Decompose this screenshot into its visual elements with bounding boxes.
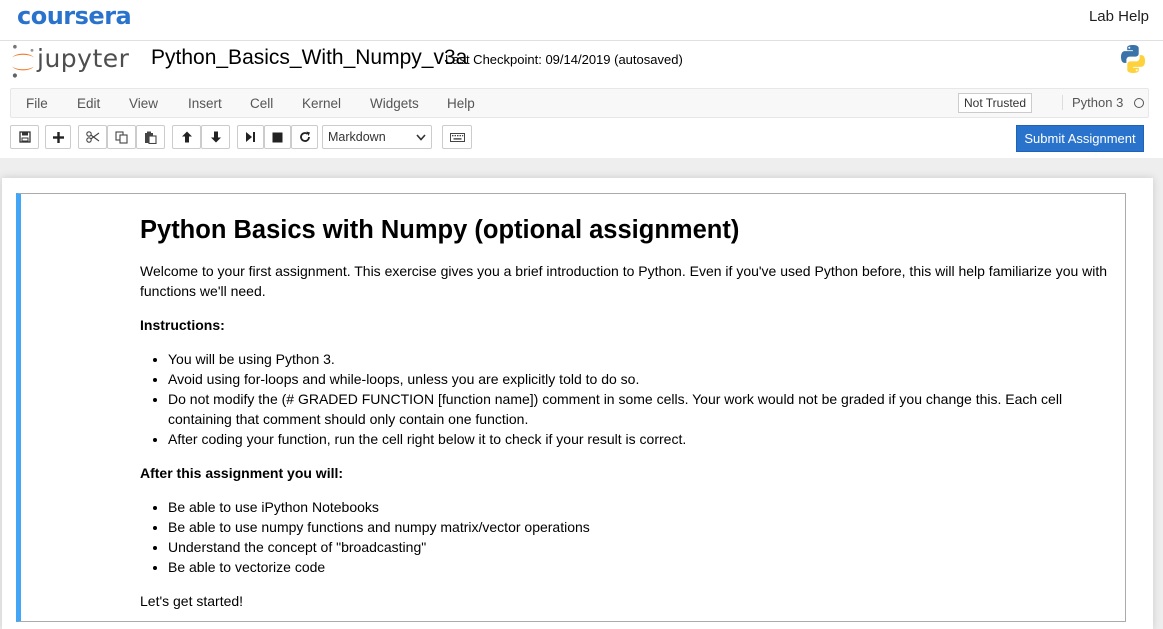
menu-view[interactable]: View (129, 96, 158, 111)
move-up-button[interactable] (172, 125, 201, 149)
paste-icon (145, 131, 157, 144)
list-item: Be able to use iPython Notebooks (168, 497, 1115, 517)
copy-icon (115, 130, 128, 144)
arrow-up-icon (181, 131, 192, 143)
menu-insert[interactable]: Insert (188, 96, 222, 111)
restart-button[interactable] (291, 125, 318, 149)
menubar: File Edit View Insert Cell Kernel Widget… (10, 88, 1149, 118)
instructions-list: You will be using Python 3. Avoid using … (140, 349, 1115, 449)
lab-help-link[interactable]: Lab Help (1089, 8, 1149, 25)
menu-help[interactable]: Help (447, 96, 475, 111)
after-heading: After this assignment you will: (140, 465, 344, 481)
move-down-button[interactable] (201, 125, 230, 149)
outcomes-list: Be able to use iPython Notebooks Be able… (140, 497, 1115, 577)
save-icon (18, 131, 31, 143)
menu-file[interactable]: File (26, 96, 48, 111)
python-logo-icon (1121, 45, 1145, 73)
run-icon (246, 132, 255, 142)
closing-line: Let's get started! (140, 593, 244, 609)
coursera-bar: coursera Lab Help (0, 0, 1163, 41)
menu-kernel[interactable]: Kernel (302, 96, 341, 111)
keyboard-icon (449, 132, 465, 142)
instructions-heading: Instructions: (140, 317, 225, 333)
jupyter-wordmark: jupyter (37, 44, 130, 73)
checkpoint-status: Last Checkpoint: 09/14/2019 (autosaved) (445, 52, 683, 67)
intro-paragraph: Welcome to your first assignment. This e… (140, 263, 1108, 299)
menu-edit[interactable]: Edit (77, 96, 100, 111)
save-button[interactable] (10, 125, 39, 149)
jupyter-header: jupyter Python_Basics_With_Numpy_v3a Las… (0, 41, 1163, 158)
submit-assignment-button[interactable]: Submit Assignment (1016, 125, 1144, 152)
cell-type-value: Markdown (328, 130, 386, 144)
menu-widgets[interactable]: Widgets (370, 96, 419, 111)
arrow-down-icon (210, 131, 221, 143)
notebook-container: Python Basics with Numpy (optional assig… (2, 178, 1153, 629)
kernel-idle-indicator-icon (1134, 98, 1144, 108)
stop-icon (272, 132, 283, 142)
list-item: You will be using Python 3. (168, 349, 1115, 369)
chevron-down-icon (416, 134, 426, 141)
list-item: Do not modify the (# GRADED FUNCTION [fu… (168, 389, 1115, 429)
cell-type-select[interactable]: Markdown (322, 125, 432, 149)
kernel-name[interactable]: Python 3 (1062, 95, 1123, 110)
plus-icon (52, 131, 64, 143)
jupyter-logo-icon[interactable] (8, 44, 38, 80)
command-palette-button[interactable] (442, 125, 472, 149)
cell-title: Python Basics with Numpy (optional assig… (140, 216, 740, 244)
restart-icon (299, 131, 310, 142)
toolbar: Markdown Submit Assignment (10, 125, 1149, 152)
cut-button[interactable] (78, 125, 107, 149)
list-item: Avoid using for-loops and while-loops, u… (168, 369, 1115, 389)
list-item: Understand the concept of "broadcasting" (168, 537, 1115, 557)
paste-button[interactable] (136, 125, 165, 149)
coursera-logo[interactable]: coursera (17, 2, 132, 30)
stop-button[interactable] (264, 125, 291, 149)
menu-cell[interactable]: Cell (250, 96, 273, 111)
notebook-name[interactable]: Python_Basics_With_Numpy_v3a (151, 46, 467, 70)
list-item: Be able to vectorize code (168, 557, 1115, 577)
trust-button[interactable]: Not Trusted (958, 93, 1033, 113)
list-item: Be able to use numpy functions and numpy… (168, 517, 1115, 537)
cut-icon (85, 131, 99, 143)
copy-button[interactable] (107, 125, 136, 149)
markdown-cell[interactable]: Python Basics with Numpy (optional assig… (16, 193, 1126, 622)
run-button[interactable] (237, 125, 264, 149)
list-item: After coding your function, run the cell… (168, 429, 1115, 449)
insert-cell-button[interactable] (45, 125, 71, 149)
